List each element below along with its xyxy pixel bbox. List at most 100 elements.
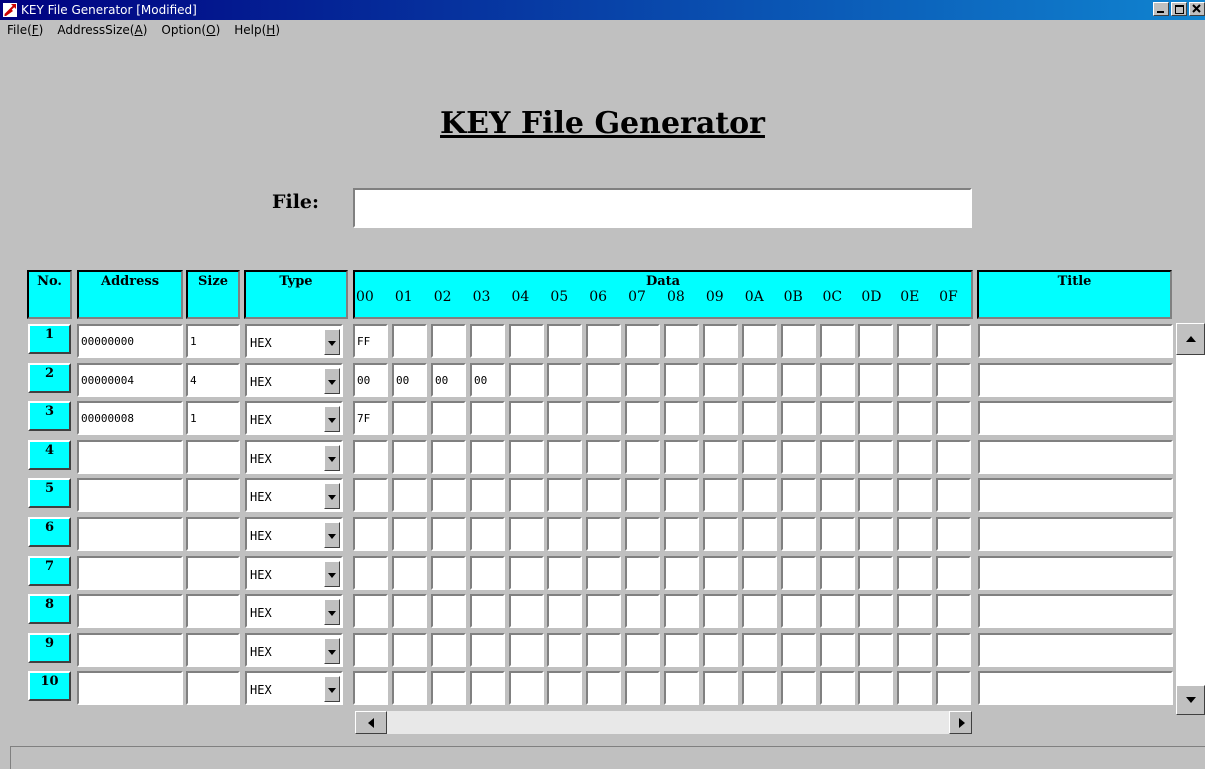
data-byte-cell[interactable] [392, 556, 427, 590]
scroll-up-button[interactable] [1176, 323, 1205, 355]
data-byte-cell[interactable] [586, 401, 621, 435]
close-button[interactable] [1189, 2, 1205, 16]
data-byte-cell[interactable] [470, 671, 505, 705]
data-byte-cell[interactable] [781, 440, 816, 474]
data-byte-cell[interactable] [431, 401, 466, 435]
data-byte-cell[interactable] [742, 633, 777, 667]
vertical-scrollbar[interactable] [1176, 323, 1205, 715]
title-input[interactable] [978, 478, 1173, 512]
data-byte-cell[interactable] [625, 517, 660, 551]
data-byte-cell[interactable] [470, 633, 505, 667]
data-byte-cell[interactable] [936, 440, 971, 474]
data-byte-cell[interactable] [781, 556, 816, 590]
size-input[interactable] [186, 517, 240, 551]
data-byte-cell[interactable] [470, 556, 505, 590]
data-byte-cell[interactable] [353, 556, 388, 590]
data-byte-cell[interactable] [936, 633, 971, 667]
data-byte-cell[interactable] [820, 401, 855, 435]
data-byte-cell[interactable] [470, 440, 505, 474]
data-byte-cell[interactable] [586, 517, 621, 551]
data-byte-cell[interactable] [897, 324, 932, 358]
data-byte-cell[interactable] [742, 478, 777, 512]
data-byte-cell[interactable] [470, 363, 505, 397]
data-byte-cell[interactable] [392, 401, 427, 435]
data-byte-cell[interactable] [742, 594, 777, 628]
data-byte-cell[interactable] [547, 556, 582, 590]
data-byte-cell[interactable] [509, 556, 544, 590]
data-byte-cell[interactable] [703, 594, 738, 628]
address-input[interactable] [77, 633, 183, 667]
data-byte-cell[interactable] [820, 517, 855, 551]
title-input[interactable] [978, 517, 1173, 551]
data-byte-cell[interactable] [392, 671, 427, 705]
size-input[interactable] [186, 324, 240, 358]
size-input[interactable] [186, 363, 240, 397]
data-byte-cell[interactable] [547, 633, 582, 667]
data-byte-cell[interactable] [586, 594, 621, 628]
size-input[interactable] [186, 594, 240, 628]
data-byte-cell[interactable] [897, 556, 932, 590]
size-input[interactable] [186, 671, 240, 705]
data-byte-cell[interactable] [431, 594, 466, 628]
address-input[interactable] [77, 671, 183, 705]
data-byte-cell[interactable] [703, 633, 738, 667]
type-select[interactable]: HEX [245, 517, 343, 551]
data-byte-cell[interactable] [703, 324, 738, 358]
data-byte-cell[interactable] [897, 401, 932, 435]
data-byte-cell[interactable] [586, 633, 621, 667]
data-byte-cell[interactable] [664, 671, 699, 705]
title-input[interactable] [978, 633, 1173, 667]
data-byte-cell[interactable] [547, 594, 582, 628]
address-input[interactable] [77, 401, 183, 435]
menu-option[interactable]: Option(O) [154, 23, 227, 37]
data-byte-cell[interactable] [820, 671, 855, 705]
data-byte-cell[interactable] [470, 594, 505, 628]
address-input[interactable] [77, 363, 183, 397]
data-byte-cell[interactable] [431, 478, 466, 512]
data-byte-cell[interactable] [431, 517, 466, 551]
data-byte-cell[interactable] [509, 594, 544, 628]
data-byte-cell[interactable] [897, 363, 932, 397]
title-bar[interactable]: KEY File Generator [Modified] [0, 0, 1205, 20]
data-byte-cell[interactable] [625, 401, 660, 435]
title-input[interactable] [978, 594, 1173, 628]
data-byte-cell[interactable] [858, 633, 893, 667]
data-byte-cell[interactable] [586, 440, 621, 474]
data-byte-cell[interactable] [781, 324, 816, 358]
address-input[interactable] [77, 440, 183, 474]
data-byte-cell[interactable] [820, 633, 855, 667]
type-select[interactable]: HEX [245, 363, 343, 397]
data-byte-cell[interactable] [858, 401, 893, 435]
data-byte-cell[interactable] [703, 363, 738, 397]
data-byte-cell[interactable] [664, 363, 699, 397]
data-byte-cell[interactable] [509, 440, 544, 474]
type-dropdown-button[interactable] [324, 445, 340, 471]
data-byte-cell[interactable] [625, 440, 660, 474]
title-input[interactable] [978, 671, 1173, 705]
data-byte-cell[interactable] [547, 440, 582, 474]
type-select[interactable]: HEX [245, 671, 343, 705]
horizontal-scrollbar[interactable] [355, 711, 972, 734]
data-byte-cell[interactable] [858, 556, 893, 590]
data-byte-cell[interactable] [353, 594, 388, 628]
minimize-button[interactable] [1153, 2, 1169, 16]
data-byte-cell[interactable] [781, 478, 816, 512]
data-byte-cell[interactable] [858, 440, 893, 474]
title-input[interactable] [978, 401, 1173, 435]
scroll-right-button[interactable] [949, 711, 972, 734]
type-dropdown-button[interactable] [324, 368, 340, 394]
data-byte-cell[interactable] [897, 594, 932, 628]
data-byte-cell[interactable] [820, 478, 855, 512]
type-select[interactable]: HEX [245, 440, 343, 474]
data-byte-cell[interactable] [392, 594, 427, 628]
title-input[interactable] [978, 556, 1173, 590]
data-byte-cell[interactable] [820, 594, 855, 628]
data-byte-cell[interactable] [470, 324, 505, 358]
data-byte-cell[interactable] [781, 633, 816, 667]
data-byte-cell[interactable] [703, 556, 738, 590]
type-dropdown-button[interactable] [324, 329, 340, 355]
data-byte-cell[interactable] [742, 671, 777, 705]
data-byte-cell[interactable] [781, 671, 816, 705]
data-byte-cell[interactable] [353, 324, 388, 358]
address-input[interactable] [77, 324, 183, 358]
